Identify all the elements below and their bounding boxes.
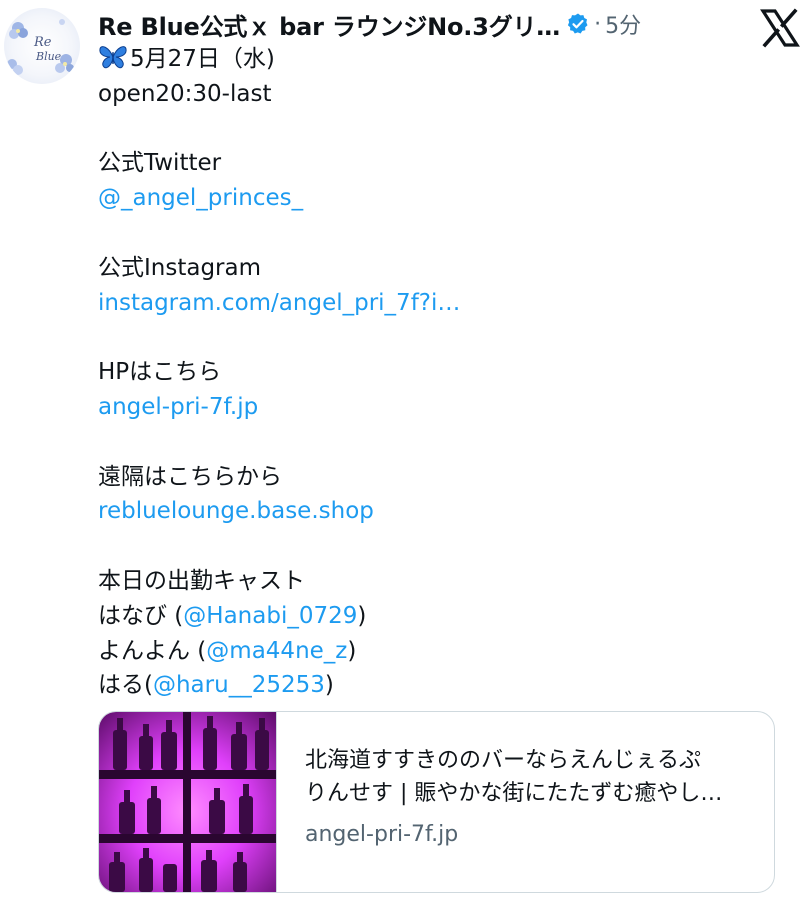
cast-paren: ) <box>324 672 334 699</box>
avatar-text-re: Re <box>33 35 52 50</box>
cast-paren: ) <box>357 602 367 629</box>
cast-item: よんよん (@ma44ne_z) <box>98 634 788 669</box>
tweet-text: 5月27日（水) open20:30-last 公式Twitter @_ange… <box>98 42 788 703</box>
hp-label: HPはこちら <box>98 359 222 386</box>
cast-item: はなび (@Hanabi_0729) <box>98 599 788 634</box>
cast-handle-link[interactable]: @haru__25253 <box>153 672 325 698</box>
card-title-line: りんせす | 賑やかな街にたたずむ癒やし… <box>305 781 723 806</box>
card-domain: angel-pri-7f.jp <box>305 822 459 847</box>
date-line: 5月27日（水) <box>98 42 788 77</box>
card-title-line: 北海道すすきののバーならえんじぇるぷ <box>305 748 702 773</box>
avatar-text-blue: Blue <box>35 50 62 63</box>
cast-name: はる( <box>98 672 153 699</box>
avatar-logo: Re Blue <box>7 19 74 75</box>
instagram-label: 公式Instagram <box>98 254 262 281</box>
cast-label: 本日の出勤キャスト <box>98 567 305 594</box>
cast-name: はなび ( <box>98 602 184 629</box>
cast-name: よんよん ( <box>98 637 207 664</box>
cast-paren: ) <box>347 637 357 664</box>
tweet-separator: · <box>594 11 602 37</box>
hp-link[interactable]: angel-pri-7f.jp <box>98 390 788 425</box>
avatar[interactable]: Re Blue <box>4 8 80 84</box>
verified-badge-icon <box>566 12 590 36</box>
butterfly-icon <box>98 44 128 70</box>
card-thumbnail <box>99 712 277 892</box>
cast-handle-link[interactable]: @ma44ne_z <box>206 638 347 664</box>
remote-shop-link[interactable]: reblueloungе.base.shop <box>98 494 788 529</box>
tweet-header: Re Blue公式ｘ bar ラウンジNo.3グリ… · 5分 <box>98 7 641 41</box>
open-hours: open20:30-last <box>98 80 272 107</box>
remote-label: 遠隔はこちらから <box>98 463 282 490</box>
author-display-name[interactable]: Re Blue公式ｘ bar ラウンジNo.3グリ… <box>98 7 560 42</box>
date-text: 5月27日（水) <box>130 46 275 72</box>
instagram-link[interactable]: instagram.com/angel_pri_7f?i… <box>98 286 788 321</box>
tweet-timestamp[interactable]: 5分 <box>605 8 641 40</box>
cast-handle-link[interactable]: @Hanabi_0729 <box>183 603 357 629</box>
twitter-handle-link[interactable]: @_angel_princes_ <box>98 181 788 216</box>
cast-item: はる(@haru__25253) <box>98 668 788 703</box>
twitter-label: 公式Twitter <box>98 150 222 177</box>
link-preview-card[interactable]: 北海道すすきののバーならえんじぇるぷ りんせす | 賑やかな街にたたずむ癒やし…… <box>98 711 775 893</box>
card-text: 北海道すすきののバーならえんじぇるぷ りんせす | 賑やかな街にたたずむ癒やし…… <box>277 712 774 892</box>
